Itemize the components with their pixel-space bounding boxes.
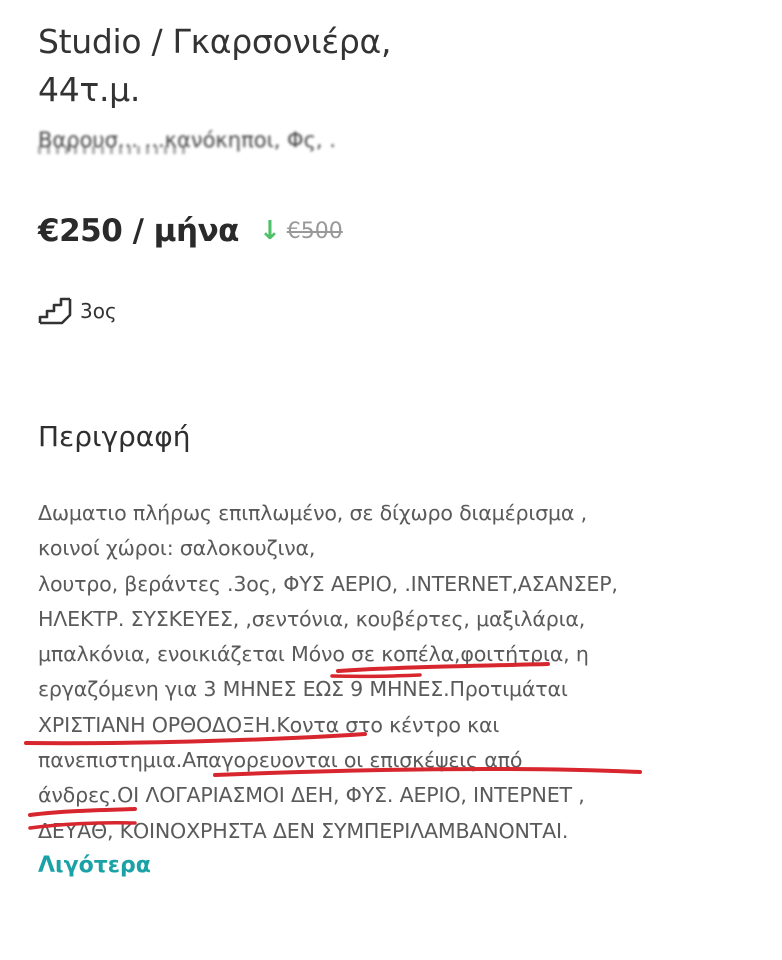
listing-title: Studio / Γκαρσονιέρα, 44τ.μ. <box>38 18 678 114</box>
old-price: €500 <box>286 218 343 244</box>
description-text: Δωματιο πλήρως επιπλωμένο, σε δίχωρο δια… <box>38 496 758 849</box>
stairs-icon <box>38 296 72 326</box>
floor-label: 3ος <box>80 299 117 323</box>
location-redaction <box>38 146 188 154</box>
description-line: κοινοί χώροι: σαλοκουζινα, <box>38 536 316 561</box>
description-line: άνδρες.ΟΙ ΛΟΓΑΡΙΑΣΜΟΙ ΔΕΗ, ΦΥΣ. ΑΕΡΙΟ, Ι… <box>38 783 585 808</box>
description-line: λουτρο, βεράντες .3ος, ΦΥΣ ΑΕΡΙΟ, .INTER… <box>38 571 618 596</box>
description-line: πανεπιστημια.Απαγορευονται οι επισκέψεις… <box>38 748 523 773</box>
price: €250 / μήνα <box>38 213 239 249</box>
description-line: εργαζόμενη για 3 ΜΗΝΕΣ ΕΩΣ 9 ΜΗΝΕΣ.Προτι… <box>38 677 568 702</box>
listing-title-line-2: 44τ.μ. <box>38 70 141 109</box>
listing-title-line-1: Studio / Γκαρσονιέρα, <box>38 22 392 61</box>
price-drop-arrow-icon: ↓ <box>258 216 281 246</box>
description-line: ΧΡΙΣΤΙΑΝΗ ΟΡΘΟΔΟΞΗ.Κοντα στο κέντρο και <box>38 712 500 737</box>
description-line: ΗΛΕΚΤΡ. ΣΥΣΚΕΥΕΣ, ,σεντόνια, κουβέρτες, … <box>38 606 586 631</box>
listing-page: Studio / Γκαρσονιέρα, 44τ.μ. Βαρουσ... .… <box>0 0 782 960</box>
description-line: μπαλκόνια, ενοικιάζεται Μόνο σε κοπέλα,φ… <box>38 642 589 667</box>
description-heading: Περιγραφή <box>38 420 191 453</box>
description-line: Δωματιο πλήρως επιπλωμένο, σε δίχωρο δια… <box>38 501 587 525</box>
less-link[interactable]: Λιγότερα <box>38 853 151 878</box>
floor-row: 3ος <box>38 296 117 326</box>
listing-location: Βαρουσ... ...κανόκηποι, Φς, . <box>38 128 336 154</box>
description-line: ΔΕΥΑΘ, ΚΟΙΝΟΧΡΗΣΤΑ ΔΕΝ ΣΥΜΠΕΡΙΛΑΜΒΑΝΟΝΤΑ… <box>38 818 569 843</box>
price-row: €250 / μήνα ↓ €500 <box>38 213 343 249</box>
